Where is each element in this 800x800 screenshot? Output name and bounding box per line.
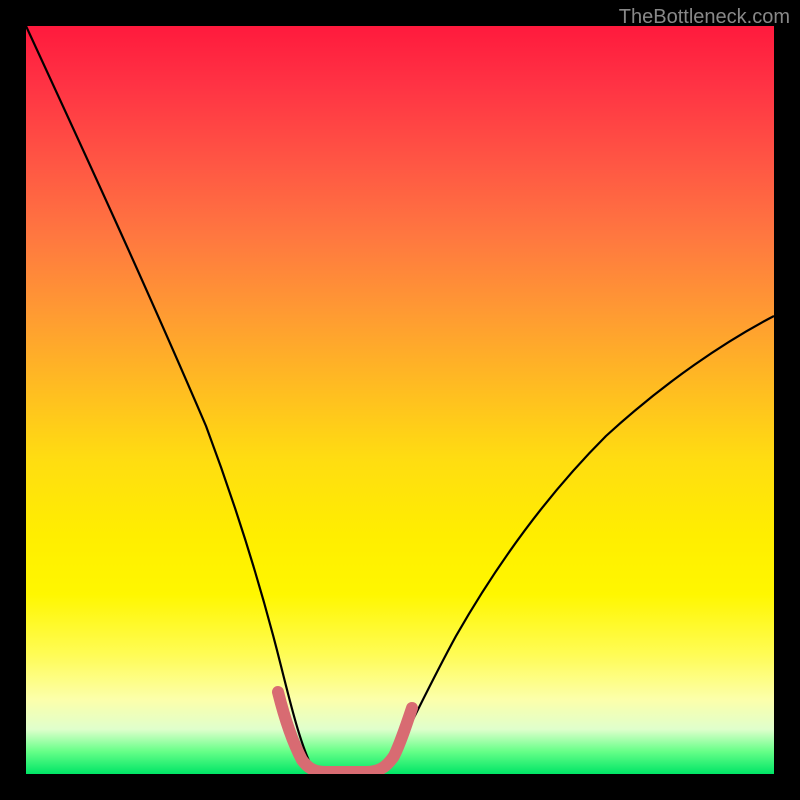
plot-area xyxy=(26,26,774,774)
main-curve xyxy=(26,26,774,772)
watermark: TheBottleneck.com xyxy=(619,6,790,29)
curve-svg xyxy=(26,26,774,774)
